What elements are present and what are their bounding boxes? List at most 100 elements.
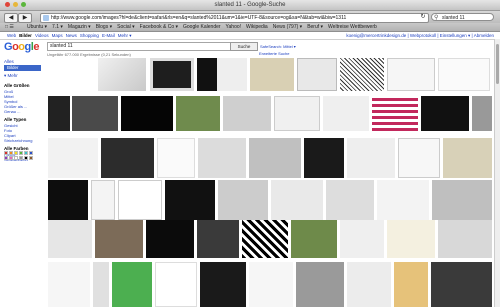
- image-result[interactable]: [421, 96, 469, 131]
- image-result[interactable]: [150, 58, 194, 91]
- image-result[interactable]: [398, 138, 440, 178]
- image-result[interactable]: [95, 220, 143, 258]
- image-result[interactable]: [326, 180, 374, 220]
- image-result[interactable]: [296, 262, 344, 307]
- search-button[interactable]: Suche: [230, 42, 258, 51]
- bookmark-item[interactable]: Facebook & Co ▾: [140, 24, 178, 30]
- sidebar-item-all[interactable]: Alles: [4, 59, 14, 64]
- size-option[interactable]: Genau ...: [4, 109, 20, 114]
- sidebar-item-more[interactable]: ▾ Mehr: [4, 73, 18, 79]
- scrollbar-thumb[interactable]: [496, 44, 499, 84]
- image-result[interactable]: [48, 138, 98, 178]
- image-result[interactable]: [340, 220, 384, 258]
- browser-search-box[interactable]: ⚲ slanted 11: [431, 13, 494, 21]
- image-result[interactable]: [218, 180, 268, 220]
- bookmark-item[interactable]: Yahoo!: [226, 24, 241, 30]
- image-result[interactable]: [394, 262, 428, 307]
- back-button[interactable]: ◀: [4, 13, 18, 23]
- image-result[interactable]: [48, 262, 90, 307]
- image-result[interactable]: [438, 220, 492, 258]
- search-input[interactable]: slanted 11: [47, 42, 231, 51]
- color-swatch[interactable]: [9, 151, 13, 155]
- google-bar-link[interactable]: E-Mail: [102, 33, 115, 39]
- google-bar-link[interactable]: News: [66, 33, 77, 39]
- image-result[interactable]: [323, 96, 369, 131]
- account-links[interactable]: koenig@mercertrinkdesign.de | Webprotoko…: [346, 33, 494, 39]
- image-result[interactable]: [200, 262, 246, 307]
- image-result[interactable]: [155, 262, 197, 307]
- image-result[interactable]: [146, 220, 194, 258]
- bookmark-item[interactable]: Weltreise Wettbewerb: [328, 24, 377, 30]
- google-bar-link[interactable]: Shopping: [80, 33, 99, 39]
- image-result[interactable]: [431, 262, 492, 307]
- address-bar[interactable]: http://www.google.com/images?hl=de&clien…: [40, 13, 429, 23]
- google-bar-link[interactable]: Web: [7, 33, 16, 39]
- image-result[interactable]: [48, 220, 92, 258]
- image-result[interactable]: [347, 262, 391, 307]
- image-result[interactable]: [198, 138, 246, 178]
- image-result[interactable]: [91, 180, 115, 220]
- image-result[interactable]: [271, 180, 323, 220]
- color-swatch[interactable]: [4, 151, 8, 155]
- color-swatch[interactable]: [24, 156, 28, 160]
- google-bar-link[interactable]: Bilder: [19, 33, 32, 39]
- image-result[interactable]: [112, 262, 152, 307]
- safesearch-dropdown[interactable]: SafeSearch: Mittel ▾: [260, 44, 296, 49]
- image-result[interactable]: [387, 58, 435, 91]
- image-result[interactable]: [432, 180, 492, 220]
- image-result[interactable]: [121, 96, 173, 131]
- bookmark-item[interactable]: Ubuntu ▾: [27, 24, 47, 30]
- image-result[interactable]: [197, 58, 247, 91]
- sidebar-item-images[interactable]: Bilder: [4, 65, 41, 71]
- image-result[interactable]: [304, 138, 344, 178]
- image-result[interactable]: [387, 220, 435, 258]
- image-result[interactable]: [242, 220, 288, 258]
- color-swatch[interactable]: [19, 156, 23, 160]
- forward-button[interactable]: ▶: [18, 13, 32, 23]
- color-swatch[interactable]: [29, 156, 33, 160]
- bookmark-item[interactable]: Beruf ▾: [307, 24, 323, 30]
- image-result[interactable]: [98, 58, 146, 91]
- image-result[interactable]: [48, 180, 88, 220]
- image-result[interactable]: [118, 180, 162, 220]
- image-result[interactable]: [176, 96, 220, 131]
- image-result[interactable]: [297, 58, 337, 91]
- bookmark-item[interactable]: 7.1 ▾: [52, 24, 63, 30]
- color-swatch[interactable]: [9, 156, 13, 160]
- image-result[interactable]: [472, 96, 492, 131]
- image-result[interactable]: [347, 138, 395, 178]
- color-swatch[interactable]: [4, 156, 8, 160]
- image-result[interactable]: [443, 138, 492, 178]
- bookmarks-controls[interactable]: □ ☰: [5, 24, 14, 30]
- image-result[interactable]: [93, 262, 109, 307]
- color-swatch[interactable]: [29, 151, 33, 155]
- image-result[interactable]: [197, 220, 239, 258]
- bookmark-item[interactable]: Wikipedia: [246, 24, 268, 30]
- color-swatch[interactable]: [19, 151, 23, 155]
- image-result[interactable]: [291, 220, 337, 258]
- size-filter-heading[interactable]: Alle Größen: [4, 83, 30, 88]
- image-result[interactable]: [157, 138, 195, 178]
- color-swatch[interactable]: [24, 151, 28, 155]
- google-bar-link[interactable]: Maps: [52, 33, 63, 39]
- image-result[interactable]: [274, 96, 320, 131]
- image-result[interactable]: [250, 58, 294, 91]
- type-filter-heading[interactable]: Alle Typen: [4, 117, 26, 122]
- image-result[interactable]: [72, 96, 118, 131]
- image-result[interactable]: [372, 96, 418, 131]
- image-result[interactable]: [340, 58, 384, 91]
- google-bar-link[interactable]: Videos: [35, 33, 49, 39]
- bookmark-item[interactable]: News (797) ▾: [273, 24, 302, 30]
- image-result[interactable]: [438, 58, 490, 91]
- bookmark-item[interactable]: Social ▾: [117, 24, 135, 30]
- type-option[interactable]: Strichzeichnung: [4, 138, 32, 143]
- image-result[interactable]: [101, 138, 154, 178]
- color-swatch[interactable]: [14, 156, 18, 160]
- color-swatch[interactable]: [14, 151, 18, 155]
- bookmark-item[interactable]: Blogs ▾: [96, 24, 112, 30]
- image-result[interactable]: [377, 180, 429, 220]
- image-result[interactable]: [249, 138, 301, 178]
- image-result[interactable]: [165, 180, 215, 220]
- bookmark-item[interactable]: Google Kalender: [183, 24, 221, 30]
- image-result[interactable]: [249, 262, 293, 307]
